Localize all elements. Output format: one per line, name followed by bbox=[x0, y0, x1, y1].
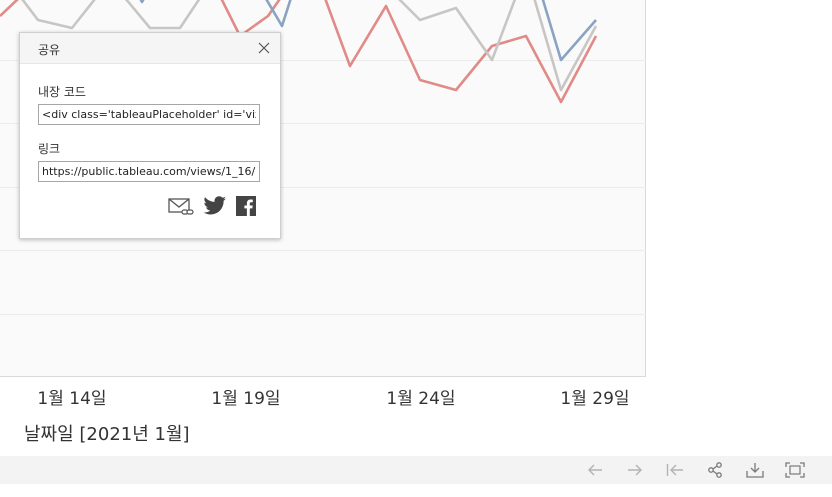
forward-icon[interactable] bbox=[624, 460, 646, 480]
embed-code-label: 내장 코드 bbox=[38, 85, 86, 99]
x-axis-title: 날짜일 [2021년 1월] bbox=[24, 424, 190, 445]
share-icon[interactable] bbox=[704, 460, 726, 480]
facebook-icon[interactable] bbox=[236, 196, 256, 216]
embed-code-field[interactable] bbox=[38, 104, 260, 125]
toolbar bbox=[0, 456, 832, 484]
close-icon[interactable] bbox=[257, 41, 271, 55]
dialog-header: 공유 bbox=[20, 33, 280, 64]
x-tick-label: 1월 14일 bbox=[37, 389, 107, 409]
download-icon[interactable] bbox=[744, 460, 766, 480]
x-tick-label: 1월 29일 bbox=[560, 389, 630, 409]
share-dialog: 공유 내장 코드 링크 bbox=[19, 32, 281, 239]
fullscreen-icon[interactable] bbox=[784, 460, 806, 480]
link-field[interactable] bbox=[38, 161, 260, 182]
back-icon[interactable] bbox=[584, 460, 606, 480]
dialog-title: 공유 bbox=[38, 43, 61, 57]
link-label: 링크 bbox=[38, 142, 61, 156]
twitter-icon[interactable] bbox=[203, 196, 227, 216]
x-tick-label: 1월 24일 bbox=[386, 389, 456, 409]
revert-icon[interactable] bbox=[664, 460, 686, 480]
x-tick-label: 1월 19일 bbox=[211, 389, 281, 409]
email-icon[interactable] bbox=[168, 196, 196, 218]
